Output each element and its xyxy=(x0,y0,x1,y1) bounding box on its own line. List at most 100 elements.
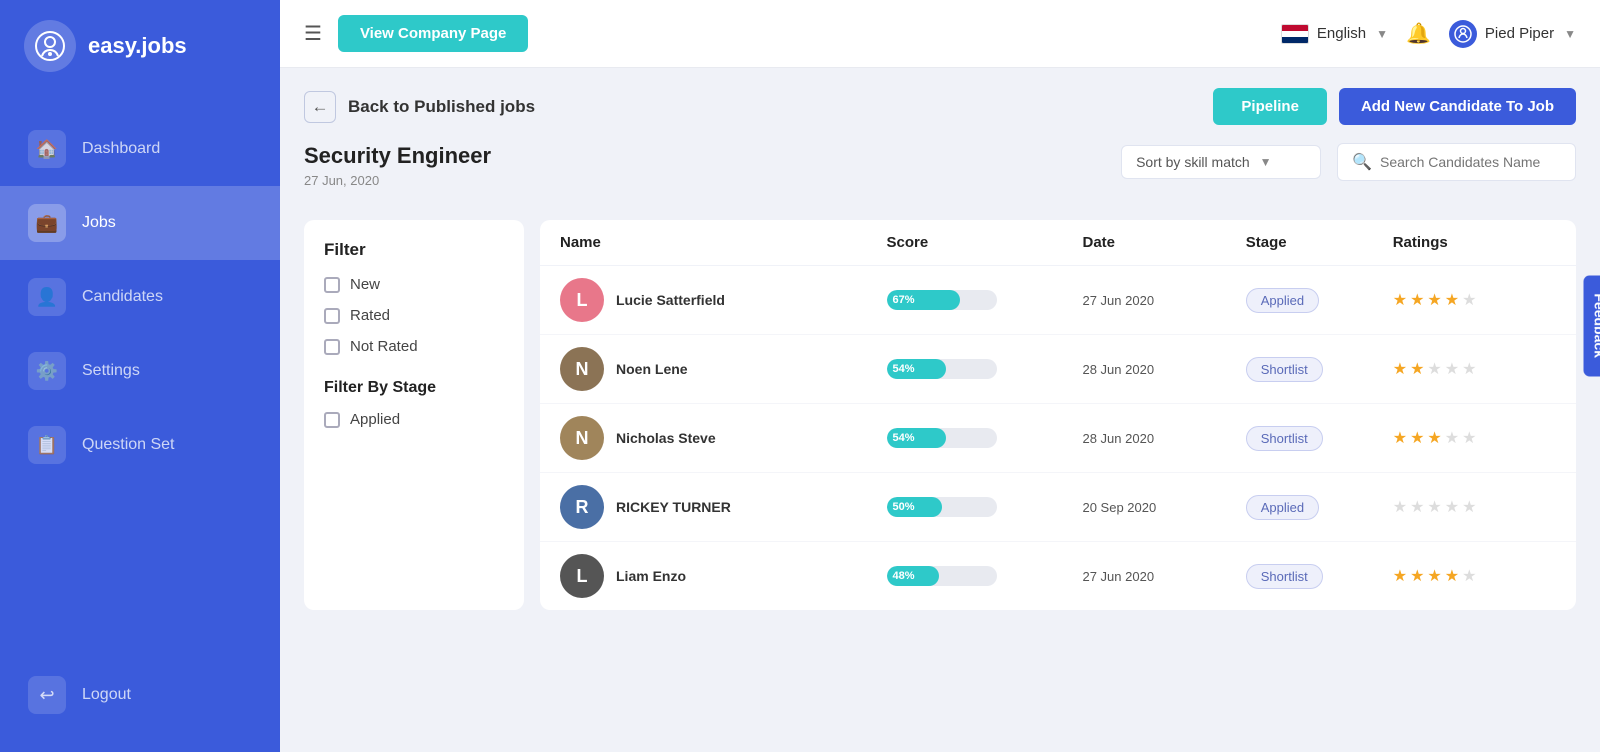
filled-star-icon[interactable]: ★ xyxy=(1410,359,1424,379)
filter-option-not-rated[interactable]: Not Rated xyxy=(324,338,504,355)
filled-star-icon[interactable]: ★ xyxy=(1393,359,1407,379)
empty-star-icon[interactable]: ★ xyxy=(1462,428,1476,448)
stage-badge[interactable]: Shortlist xyxy=(1246,426,1323,451)
empty-star-icon[interactable]: ★ xyxy=(1462,497,1476,517)
settings-icon: ⚙️ xyxy=(28,352,66,390)
filter-checkbox-not-rated[interactable] xyxy=(324,339,340,355)
filled-star-icon[interactable]: ★ xyxy=(1393,428,1407,448)
avatar: L xyxy=(560,554,604,598)
sidebar-item-jobs[interactable]: 💼 Jobs xyxy=(0,186,280,260)
filled-star-icon[interactable]: ★ xyxy=(1445,566,1459,586)
sidebar-nav: 🏠 Dashboard 💼 Jobs 👤 Candidates ⚙️ Setti… xyxy=(0,92,280,752)
avatar: N xyxy=(560,416,604,460)
pipeline-button[interactable]: Pipeline xyxy=(1213,88,1327,125)
feedback-tab[interactable]: Feedback xyxy=(1584,275,1600,376)
stage-badge[interactable]: Shortlist xyxy=(1246,564,1323,589)
stage-badge[interactable]: Applied xyxy=(1246,288,1319,313)
empty-star-icon[interactable]: ★ xyxy=(1462,359,1476,379)
sidebar-item-label: Jobs xyxy=(82,214,116,232)
job-title: Security Engineer xyxy=(304,143,491,169)
empty-star-icon[interactable]: ★ xyxy=(1445,428,1459,448)
candidate-name-cell: RRICKEY TURNER xyxy=(560,485,887,529)
language-label: English xyxy=(1317,25,1366,42)
filter-option-new[interactable]: New xyxy=(324,276,504,293)
avatar: L xyxy=(560,278,604,322)
candidate-name-cell: LLiam Enzo xyxy=(560,554,887,598)
app-name: easy.jobs xyxy=(88,33,187,59)
filled-star-icon[interactable]: ★ xyxy=(1410,428,1424,448)
ratings-cell: ★★★★★ xyxy=(1393,566,1556,586)
score-bar: 48% xyxy=(887,566,997,586)
table-row[interactable]: NNicholas Steve54%28 Jun 2020Shortlist★★… xyxy=(540,404,1576,473)
stage-cell: Shortlist xyxy=(1246,426,1393,451)
filled-star-icon[interactable]: ★ xyxy=(1427,428,1441,448)
sort-label: Sort by skill match xyxy=(1136,154,1250,170)
empty-star-icon[interactable]: ★ xyxy=(1427,497,1441,517)
filter-checkbox-new[interactable] xyxy=(324,277,340,293)
filter-label-applied: Applied xyxy=(350,411,400,428)
job-date: 27 Jun, 2020 xyxy=(304,173,491,188)
score-cell: 54% xyxy=(887,428,1083,448)
table-row[interactable]: LLiam Enzo48%27 Jun 2020Shortlist★★★★★ xyxy=(540,542,1576,610)
filled-star-icon[interactable]: ★ xyxy=(1393,566,1407,586)
sort-by-selector[interactable]: Sort by skill match ▼ xyxy=(1121,145,1321,179)
table-body: LLucie Satterfield67%27 Jun 2020Applied★… xyxy=(540,266,1576,610)
header-actions: Pipeline Add New Candidate To Job xyxy=(1213,88,1576,125)
chevron-down-icon: ▼ xyxy=(1376,27,1388,41)
filter-stage-options: Applied xyxy=(324,411,504,428)
notification-bell-icon[interactable]: 🔔 xyxy=(1406,21,1431,46)
filled-star-icon[interactable]: ★ xyxy=(1410,290,1424,310)
hamburger-menu-icon[interactable]: ☰ xyxy=(304,21,322,46)
sidebar-item-settings[interactable]: ⚙️ Settings xyxy=(0,334,280,408)
candidate-name: Nicholas Steve xyxy=(616,430,716,446)
search-icon: 🔍 xyxy=(1352,152,1372,172)
filter-option-applied[interactable]: Applied xyxy=(324,411,504,428)
filter-checkbox-applied[interactable] xyxy=(324,412,340,428)
search-input[interactable] xyxy=(1380,154,1561,170)
company-selector[interactable]: Pied Piper ▼ xyxy=(1449,20,1576,48)
date-cell: 28 Jun 2020 xyxy=(1082,362,1245,377)
sidebar-item-question-set[interactable]: 📋 Question Set xyxy=(0,408,280,482)
sidebar-item-candidates[interactable]: 👤 Candidates xyxy=(0,260,280,334)
company-name-label: Pied Piper xyxy=(1485,25,1554,42)
filter-option-rated[interactable]: Rated xyxy=(324,307,504,324)
filled-star-icon[interactable]: ★ xyxy=(1427,290,1441,310)
empty-star-icon[interactable]: ★ xyxy=(1410,497,1424,517)
empty-star-icon[interactable]: ★ xyxy=(1427,359,1441,379)
filter-checkbox-rated[interactable] xyxy=(324,308,340,324)
candidates-table: Name Score Date Stage Ratings LLucie Sat… xyxy=(540,220,1576,610)
stage-badge[interactable]: Shortlist xyxy=(1246,357,1323,382)
stage-badge[interactable]: Applied xyxy=(1246,495,1319,520)
score-bar: 67% xyxy=(887,290,997,310)
table-row[interactable]: NNoen Lene54%28 Jun 2020Shortlist★★★★★ xyxy=(540,335,1576,404)
empty-star-icon[interactable]: ★ xyxy=(1445,359,1459,379)
view-company-button[interactable]: View Company Page xyxy=(338,15,528,52)
sort-chevron-icon: ▼ xyxy=(1260,155,1272,169)
add-candidate-button[interactable]: Add New Candidate To Job xyxy=(1339,88,1576,125)
filled-star-icon[interactable]: ★ xyxy=(1427,566,1441,586)
back-label: Back to Published jobs xyxy=(348,97,535,117)
empty-star-icon[interactable]: ★ xyxy=(1445,497,1459,517)
back-button[interactable]: ← Back to Published jobs xyxy=(304,91,535,123)
empty-star-icon[interactable]: ★ xyxy=(1462,290,1476,310)
sidebar-item-label: Settings xyxy=(82,362,140,380)
sidebar-item-dashboard[interactable]: 🏠 Dashboard xyxy=(0,112,280,186)
filled-star-icon[interactable]: ★ xyxy=(1410,566,1424,586)
score-label: 50% xyxy=(893,501,915,513)
empty-star-icon[interactable]: ★ xyxy=(1462,566,1476,586)
filter-options: New Rated Not Rated xyxy=(324,276,504,355)
filled-star-icon[interactable]: ★ xyxy=(1393,290,1407,310)
avatar: N xyxy=(560,347,604,391)
main-area: ☰ View Company Page English ▼ 🔔 Pied Pip… xyxy=(280,0,1600,752)
table-row[interactable]: RRICKEY TURNER50%20 Sep 2020Applied★★★★★ xyxy=(540,473,1576,542)
logout-icon: ↩ xyxy=(28,676,66,714)
sidebar-item-logout[interactable]: ↩ Logout xyxy=(0,658,280,732)
score-bar: 54% xyxy=(887,359,997,379)
score-label: 67% xyxy=(893,294,915,306)
filter-title: Filter xyxy=(324,240,504,260)
filled-star-icon[interactable]: ★ xyxy=(1445,290,1459,310)
language-selector[interactable]: English ▼ xyxy=(1281,24,1388,44)
table-row[interactable]: LLucie Satterfield67%27 Jun 2020Applied★… xyxy=(540,266,1576,335)
empty-star-icon[interactable]: ★ xyxy=(1393,497,1407,517)
table-header: Name Score Date Stage Ratings xyxy=(540,220,1576,266)
